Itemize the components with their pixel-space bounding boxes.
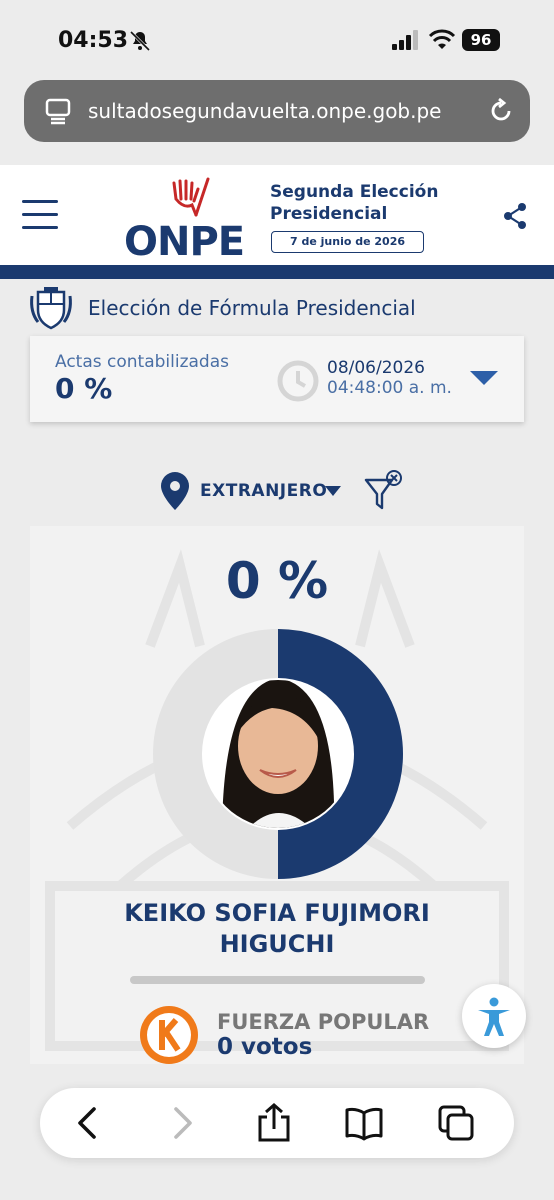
page-title: Segunda Elección Presidencial — [270, 181, 438, 225]
title-line-2: Presidencial — [270, 204, 388, 224]
clock-history-icon — [277, 360, 319, 402]
actas-label: Actas contabilizadas — [55, 352, 229, 372]
signal-icon — [392, 30, 418, 50]
vote-progress-bar — [130, 976, 425, 984]
candidate-name: KEIKO SOFIA FUJIMORI HIGUCHI — [60, 898, 494, 960]
expand-caret-icon[interactable] — [470, 371, 498, 385]
hand-vote-icon — [172, 177, 210, 217]
actas-card[interactable]: Actas contabilizadas 0 % 08/06/2026 04:4… — [30, 336, 524, 422]
logo-text: ONPE — [124, 219, 245, 265]
status-bar: 04:53 96 — [0, 0, 554, 80]
location-caret-icon[interactable] — [325, 486, 341, 496]
reload-icon[interactable] — [486, 96, 516, 126]
title-line-1: Segunda Elección — [270, 182, 439, 202]
battery-indicator: 96 — [462, 29, 500, 51]
hamburger-menu-icon[interactable] — [22, 200, 58, 230]
share-sheet-icon[interactable] — [254, 1103, 294, 1143]
forward-icon[interactable] — [162, 1103, 202, 1143]
site-header: ONPE Segunda Elección Presidencial 7 de … — [0, 165, 554, 265]
accessibility-button[interactable] — [462, 984, 526, 1048]
location-pin-icon — [161, 472, 189, 510]
url-bar[interactable]: sultadosegundavuelta.onpe.gob.pe — [24, 80, 530, 142]
status-time: 04:53 — [58, 28, 129, 53]
bookmarks-icon[interactable] — [344, 1103, 384, 1143]
election-date-badge: 7 de junio de 2026 — [271, 231, 424, 253]
share-icon[interactable] — [502, 202, 528, 230]
accessibility-icon — [472, 994, 516, 1038]
header-stripe — [0, 265, 554, 279]
section-title: Elección de Fórmula Presidencial — [88, 296, 416, 320]
wifi-icon — [428, 29, 456, 49]
actas-percent: 0 % — [55, 372, 113, 405]
actas-time: 04:48:00 a. m. — [327, 378, 452, 398]
party-votes: 0 votos — [217, 1034, 313, 1060]
browser-toolbar — [40, 1088, 514, 1158]
peru-crest-icon — [30, 287, 72, 330]
candidate-name-line-2: HIGUCHI — [219, 930, 335, 958]
bell-muted-icon — [129, 30, 151, 52]
back-icon[interactable] — [68, 1103, 108, 1143]
clear-filter-icon[interactable] — [362, 468, 406, 514]
url-text[interactable]: sultadosegundavuelta.onpe.gob.pe — [88, 99, 488, 123]
location-select[interactable]: EXTRANJERO — [200, 481, 327, 501]
fuerza-popular-logo — [140, 1006, 198, 1064]
party-name: FUERZA POPULAR — [217, 1010, 430, 1034]
candidate-name-line-1: KEIKO SOFIA FUJIMORI — [124, 899, 430, 927]
tabs-icon[interactable] — [436, 1103, 476, 1143]
onpe-logo[interactable]: ONPE — [124, 175, 264, 265]
section-header: Elección de Fórmula Presidencial — [28, 286, 548, 330]
actas-date: 08/06/2026 — [327, 358, 425, 378]
page-menu-icon[interactable] — [44, 97, 72, 125]
vote-share-donut — [153, 629, 403, 879]
candidate-percent: 0 % — [225, 552, 329, 610]
